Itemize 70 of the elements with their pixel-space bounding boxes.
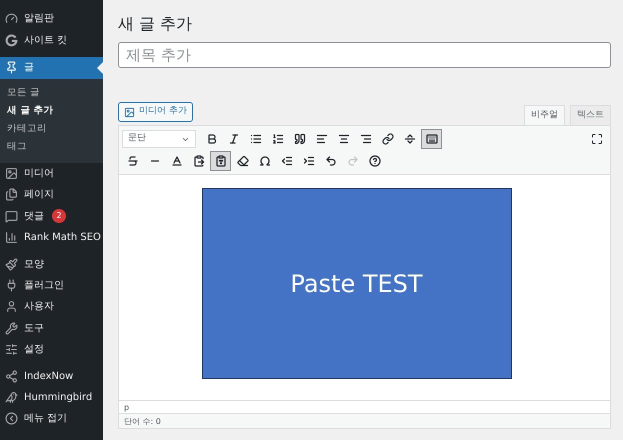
align-right-icon: [360, 133, 372, 145]
format-select[interactable]: 문단: [122, 130, 196, 148]
sidebar-item[interactable]: 글: [0, 57, 103, 78]
submenu-item[interactable]: 카테고리: [0, 120, 103, 138]
media-icon: [5, 166, 18, 180]
submenu-item[interactable]: 모든 글: [0, 84, 103, 102]
nodes-icon: [5, 370, 18, 383]
align-left-icon: [316, 133, 328, 145]
submenu-item[interactable]: 태그: [0, 138, 103, 156]
sidebar-item[interactable]: Rank Math SEO: [0, 227, 103, 248]
omega-icon: [258, 155, 270, 167]
sidebar-item[interactable]: 미디어: [0, 162, 103, 184]
sidebar-item[interactable]: 플러그인: [0, 274, 103, 296]
bullet-list-icon: [250, 133, 262, 145]
pages-icon: [5, 188, 18, 202]
help-icon: [368, 155, 380, 167]
plug-icon: [5, 278, 18, 292]
sidebar-item[interactable]: 사용자: [0, 296, 103, 318]
sidebar-item[interactable]: 사이트 킷: [0, 30, 103, 51]
sidebar-item[interactable]: 설정: [0, 339, 103, 360]
strikethrough-icon: [126, 155, 138, 167]
element-path: p: [119, 400, 610, 413]
sidebar-item[interactable]: 메뉴 접기: [0, 408, 103, 430]
toolbar-button[interactable]: [421, 129, 442, 149]
redo-icon: [346, 155, 358, 167]
media-icon: [124, 106, 135, 118]
user-icon: [5, 300, 18, 314]
gauge-icon: [5, 12, 18, 26]
settings-icon: [5, 343, 18, 356]
clipboard-icon: [192, 155, 204, 167]
undo-icon: [324, 155, 336, 167]
keyboard-icon: [426, 133, 438, 145]
eraser-icon: [236, 155, 248, 167]
page-title: 새 글 추가: [118, 13, 194, 35]
quote-icon: [294, 133, 306, 145]
italic-icon: [228, 133, 240, 145]
speech-bubble-icon: [5, 210, 18, 223]
slide-text: Paste TEST: [290, 268, 423, 300]
brush-icon: [5, 258, 18, 271]
editor-tab[interactable]: 비주얼: [524, 105, 565, 125]
sidebar-item[interactable]: 모양: [0, 248, 103, 274]
sidebar-item[interactable]: 페이지: [0, 184, 103, 206]
paste-text-icon: [214, 155, 226, 167]
align-center-icon: [338, 133, 350, 145]
indent-icon: [302, 155, 314, 167]
outdent-icon: [280, 155, 292, 167]
read-more-icon: [404, 133, 416, 145]
link-icon: [382, 133, 394, 145]
bird-icon: [5, 390, 18, 404]
text-color-icon: [170, 155, 182, 167]
wrench-icon: [5, 322, 18, 335]
sidebar-item[interactable]: 도구: [0, 318, 103, 339]
numbered-list-icon: [272, 133, 284, 145]
g-logo-icon: [5, 34, 18, 47]
toolbar-button[interactable]: [210, 151, 231, 171]
sidebar-item[interactable]: IndexNow: [0, 360, 103, 386]
word-count: 단어 수: 0: [119, 413, 610, 428]
submenu-item[interactable]: 새 글 추가: [0, 102, 103, 120]
chart-icon: [5, 231, 18, 244]
sidebar-item[interactable]: 알림판: [0, 8, 103, 30]
sidebar-item[interactable]: 댓글 2: [0, 206, 103, 227]
count-badge: 2: [52, 209, 66, 224]
add-media-button[interactable]: 미디어 추가: [118, 102, 193, 122]
collapse-icon: [5, 412, 18, 426]
editor-tab[interactable]: 텍스트: [570, 105, 611, 125]
title-field[interactable]: 제목 추가: [118, 42, 611, 68]
pin-icon: [5, 61, 18, 74]
fullscreen-icon: [590, 133, 602, 145]
bold-icon: [206, 133, 218, 145]
sidebar-item[interactable]: Hummingbird: [0, 386, 103, 408]
